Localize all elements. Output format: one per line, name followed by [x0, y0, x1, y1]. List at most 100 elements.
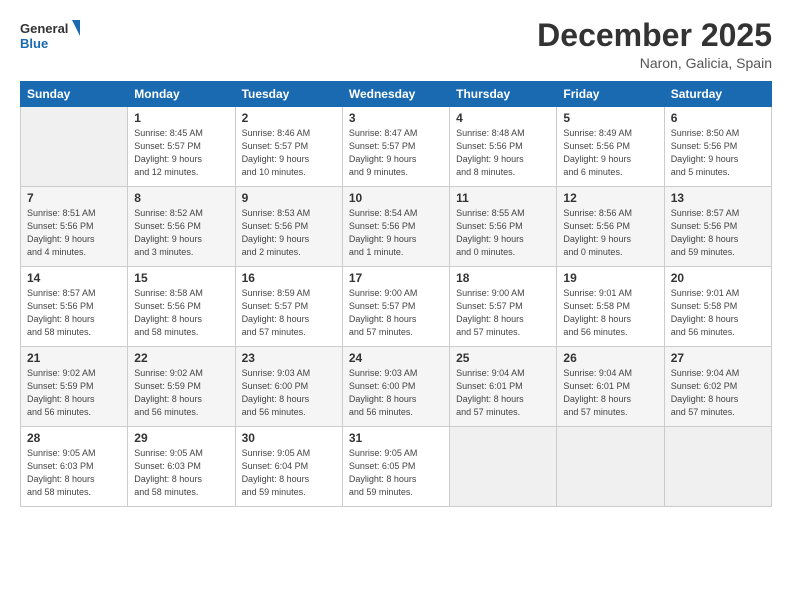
day-number: 25	[456, 351, 550, 365]
table-cell: 8 Sunrise: 8:52 AM Sunset: 5:56 PM Daylig…	[128, 187, 235, 267]
logo-svg: General Blue	[20, 18, 80, 54]
table-cell: 18 Sunrise: 9:00 AM Sunset: 5:57 PM Dayli…	[450, 267, 557, 347]
table-cell: 30 Sunrise: 9:05 AM Sunset: 6:04 PM Dayli…	[235, 427, 342, 507]
day-info: Sunrise: 8:59 AM Sunset: 5:57 PM Dayligh…	[242, 287, 336, 339]
header-tuesday: Tuesday	[235, 82, 342, 107]
day-info: Sunrise: 8:58 AM Sunset: 5:56 PM Dayligh…	[134, 287, 228, 339]
day-number: 22	[134, 351, 228, 365]
header: General Blue December 2025 Naron, Galici…	[20, 18, 772, 71]
header-monday: Monday	[128, 82, 235, 107]
month-title: December 2025	[537, 18, 772, 53]
day-info: Sunrise: 8:49 AM Sunset: 5:56 PM Dayligh…	[563, 127, 657, 179]
table-cell	[664, 427, 771, 507]
table-cell: 7 Sunrise: 8:51 AM Sunset: 5:56 PM Daylig…	[21, 187, 128, 267]
day-number: 20	[671, 271, 765, 285]
header-thursday: Thursday	[450, 82, 557, 107]
day-info: Sunrise: 9:04 AM Sunset: 6:01 PM Dayligh…	[456, 367, 550, 419]
table-cell: 25 Sunrise: 9:04 AM Sunset: 6:01 PM Dayli…	[450, 347, 557, 427]
day-number: 13	[671, 191, 765, 205]
table-cell: 27Sunrise: 9:04 AM Sunset: 6:02 PM Dayli…	[664, 347, 771, 427]
header-sunday: Sunday	[21, 82, 128, 107]
table-cell: 3 Sunrise: 8:47 AM Sunset: 5:57 PM Daylig…	[342, 107, 449, 187]
day-number: 18	[456, 271, 550, 285]
day-number: 26	[563, 351, 657, 365]
day-info: Sunrise: 9:05 AM Sunset: 6:03 PM Dayligh…	[134, 447, 228, 499]
week-row-1: 1Sunrise: 8:45 AM Sunset: 5:57 PM Daylig…	[21, 107, 772, 187]
day-number: 27	[671, 351, 765, 365]
week-row-2: 7 Sunrise: 8:51 AM Sunset: 5:56 PM Daylig…	[21, 187, 772, 267]
table-cell: 10Sunrise: 8:54 AM Sunset: 5:56 PM Dayli…	[342, 187, 449, 267]
table-cell: 24 Sunrise: 9:03 AM Sunset: 6:00 PM Dayli…	[342, 347, 449, 427]
table-cell: 20Sunrise: 9:01 AM Sunset: 5:58 PM Dayli…	[664, 267, 771, 347]
day-info: Sunrise: 9:00 AM Sunset: 5:57 PM Dayligh…	[349, 287, 443, 339]
day-info: Sunrise: 8:46 AM Sunset: 5:57 PM Dayligh…	[242, 127, 336, 179]
table-cell: 19Sunrise: 9:01 AM Sunset: 5:58 PM Dayli…	[557, 267, 664, 347]
day-number: 2	[242, 111, 336, 125]
week-row-4: 21 Sunrise: 9:02 AM Sunset: 5:59 PM Dayli…	[21, 347, 772, 427]
day-number: 7	[27, 191, 121, 205]
day-info: Sunrise: 9:04 AM Sunset: 6:01 PM Dayligh…	[563, 367, 657, 419]
svg-text:General: General	[20, 21, 68, 36]
day-info: Sunrise: 8:45 AM Sunset: 5:57 PM Dayligh…	[134, 127, 228, 179]
table-cell: 22 Sunrise: 9:02 AM Sunset: 5:59 PM Dayli…	[128, 347, 235, 427]
day-number: 6	[671, 111, 765, 125]
location: Naron, Galicia, Spain	[537, 55, 772, 71]
day-info: Sunrise: 8:56 AM Sunset: 5:56 PM Dayligh…	[563, 207, 657, 259]
day-number: 11	[456, 191, 550, 205]
header-saturday: Saturday	[664, 82, 771, 107]
table-cell: 11 Sunrise: 8:55 AM Sunset: 5:56 PM Dayli…	[450, 187, 557, 267]
table-cell: 26 Sunrise: 9:04 AM Sunset: 6:01 PM Dayli…	[557, 347, 664, 427]
table-cell: 14Sunrise: 8:57 AM Sunset: 5:56 PM Dayli…	[21, 267, 128, 347]
svg-text:Blue: Blue	[20, 36, 48, 51]
day-info: Sunrise: 9:03 AM Sunset: 6:00 PM Dayligh…	[242, 367, 336, 419]
header-wednesday: Wednesday	[342, 82, 449, 107]
day-number: 29	[134, 431, 228, 445]
week-row-3: 14Sunrise: 8:57 AM Sunset: 5:56 PM Dayli…	[21, 267, 772, 347]
table-cell	[21, 107, 128, 187]
day-info: Sunrise: 9:01 AM Sunset: 5:58 PM Dayligh…	[563, 287, 657, 339]
day-info: Sunrise: 8:51 AM Sunset: 5:56 PM Dayligh…	[27, 207, 121, 259]
table-cell: 29 Sunrise: 9:05 AM Sunset: 6:03 PM Dayli…	[128, 427, 235, 507]
day-info: Sunrise: 8:54 AM Sunset: 5:56 PM Dayligh…	[349, 207, 443, 259]
table-cell: 16Sunrise: 8:59 AM Sunset: 5:57 PM Dayli…	[235, 267, 342, 347]
table-cell: 6Sunrise: 8:50 AM Sunset: 5:56 PM Daylig…	[664, 107, 771, 187]
day-info: Sunrise: 8:53 AM Sunset: 5:56 PM Dayligh…	[242, 207, 336, 259]
day-number: 23	[242, 351, 336, 365]
day-info: Sunrise: 8:47 AM Sunset: 5:57 PM Dayligh…	[349, 127, 443, 179]
header-row: SundayMondayTuesdayWednesdayThursdayFrid…	[21, 82, 772, 107]
day-number: 15	[134, 271, 228, 285]
day-info: Sunrise: 9:05 AM Sunset: 6:03 PM Dayligh…	[27, 447, 121, 499]
day-number: 21	[27, 351, 121, 365]
day-number: 17	[349, 271, 443, 285]
day-info: Sunrise: 9:05 AM Sunset: 6:04 PM Dayligh…	[242, 447, 336, 499]
table-cell: 13Sunrise: 8:57 AM Sunset: 5:56 PM Dayli…	[664, 187, 771, 267]
day-info: Sunrise: 9:02 AM Sunset: 5:59 PM Dayligh…	[27, 367, 121, 419]
table-cell: 12 Sunrise: 8:56 AM Sunset: 5:56 PM Dayli…	[557, 187, 664, 267]
week-row-5: 28 Sunrise: 9:05 AM Sunset: 6:03 PM Dayli…	[21, 427, 772, 507]
table-cell	[450, 427, 557, 507]
day-number: 24	[349, 351, 443, 365]
day-number: 3	[349, 111, 443, 125]
day-number: 12	[563, 191, 657, 205]
day-info: Sunrise: 9:02 AM Sunset: 5:59 PM Dayligh…	[134, 367, 228, 419]
day-number: 4	[456, 111, 550, 125]
day-info: Sunrise: 8:52 AM Sunset: 5:56 PM Dayligh…	[134, 207, 228, 259]
day-number: 30	[242, 431, 336, 445]
title-block: December 2025 Naron, Galicia, Spain	[537, 18, 772, 71]
table-cell: 28 Sunrise: 9:05 AM Sunset: 6:03 PM Dayli…	[21, 427, 128, 507]
table-cell	[557, 427, 664, 507]
page: General Blue December 2025 Naron, Galici…	[0, 0, 792, 612]
day-info: Sunrise: 8:55 AM Sunset: 5:56 PM Dayligh…	[456, 207, 550, 259]
table-cell: 15 Sunrise: 8:58 AM Sunset: 5:56 PM Dayli…	[128, 267, 235, 347]
table-cell: 9Sunrise: 8:53 AM Sunset: 5:56 PM Daylig…	[235, 187, 342, 267]
day-number: 8	[134, 191, 228, 205]
day-info: Sunrise: 9:00 AM Sunset: 5:57 PM Dayligh…	[456, 287, 550, 339]
table-cell: 2 Sunrise: 8:46 AM Sunset: 5:57 PM Daylig…	[235, 107, 342, 187]
day-info: Sunrise: 9:05 AM Sunset: 6:05 PM Dayligh…	[349, 447, 443, 499]
table-cell: 17 Sunrise: 9:00 AM Sunset: 5:57 PM Dayli…	[342, 267, 449, 347]
day-info: Sunrise: 9:03 AM Sunset: 6:00 PM Dayligh…	[349, 367, 443, 419]
table-cell: 23 Sunrise: 9:03 AM Sunset: 6:00 PM Dayli…	[235, 347, 342, 427]
day-number: 28	[27, 431, 121, 445]
day-info: Sunrise: 8:57 AM Sunset: 5:56 PM Dayligh…	[27, 287, 121, 339]
table-cell: 5Sunrise: 8:49 AM Sunset: 5:56 PM Daylig…	[557, 107, 664, 187]
